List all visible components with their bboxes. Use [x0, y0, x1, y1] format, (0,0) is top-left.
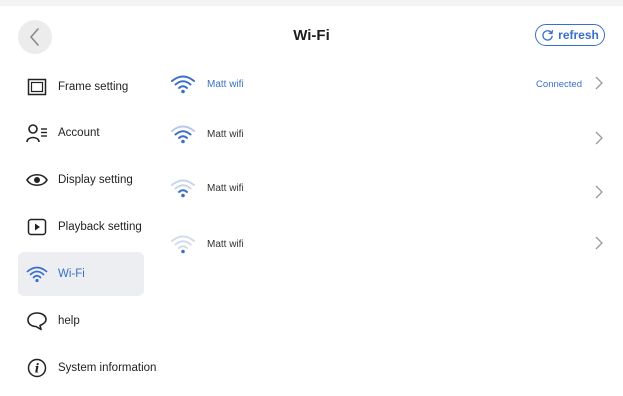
sidebar-item-label: Wi-Fi: [58, 268, 85, 280]
connection-status: Connected: [536, 78, 582, 90]
svg-text:i: i: [35, 362, 40, 376]
sidebar-item-label: System information: [58, 362, 157, 374]
sidebar-item-account[interactable]: Account: [18, 111, 144, 155]
top-bar: [0, 0, 623, 6]
sidebar-item-playback-setting[interactable]: Playback setting: [18, 205, 144, 249]
chevron-right-icon: [595, 76, 603, 90]
sidebar-item-label: Playback setting: [58, 221, 142, 233]
wifi-ssid: Matt wifi: [207, 78, 244, 90]
sidebar-item-wifi[interactable]: Wi-Fi: [18, 252, 144, 296]
wifi-signal-icon: [170, 73, 196, 95]
wifi-ssid: Matt wifi: [207, 128, 244, 140]
wifi-network-row[interactable]: Matt wifi: [170, 122, 610, 146]
sidebar-item-frame-setting[interactable]: Frame setting: [18, 65, 144, 109]
wifi-signal-icon: [170, 177, 196, 199]
wifi-ssid: Matt wifi: [207, 182, 244, 194]
frame-icon: [26, 76, 48, 98]
sidebar-item-label: help: [58, 315, 80, 327]
wifi-network-row[interactable]: Matt wifi: [170, 232, 610, 256]
eye-icon: [26, 169, 48, 191]
wifi-signal-icon: [170, 233, 196, 255]
wifi-ssid: Matt wifi: [207, 238, 244, 250]
refresh-icon: [542, 29, 554, 41]
refresh-button[interactable]: refresh: [535, 24, 605, 46]
wifi-signal-icon: [170, 123, 196, 145]
sidebar-item-label: Account: [58, 127, 100, 139]
wifi-network-row[interactable]: Matt wifi Connected: [170, 72, 610, 96]
chevron-right-icon: [595, 131, 603, 145]
sidebar-item-display-setting[interactable]: Display setting: [18, 158, 144, 202]
play-icon: [26, 216, 48, 238]
help-icon: [26, 310, 48, 332]
refresh-label: refresh: [558, 28, 599, 42]
sidebar-item-system-information[interactable]: i System information: [18, 346, 168, 390]
chevron-right-icon: [595, 185, 603, 199]
sidebar-item-label: Display setting: [58, 174, 133, 186]
page-title: Wi-Fi: [293, 27, 330, 44]
info-icon: i: [26, 357, 48, 379]
sidebar-item-label: Frame setting: [58, 81, 129, 93]
sidebar-item-help[interactable]: help: [18, 299, 144, 343]
account-icon: [26, 122, 48, 144]
wifi-icon: [26, 263, 48, 285]
wifi-network-row[interactable]: Matt wifi: [170, 176, 610, 200]
chevron-right-icon: [595, 236, 603, 250]
